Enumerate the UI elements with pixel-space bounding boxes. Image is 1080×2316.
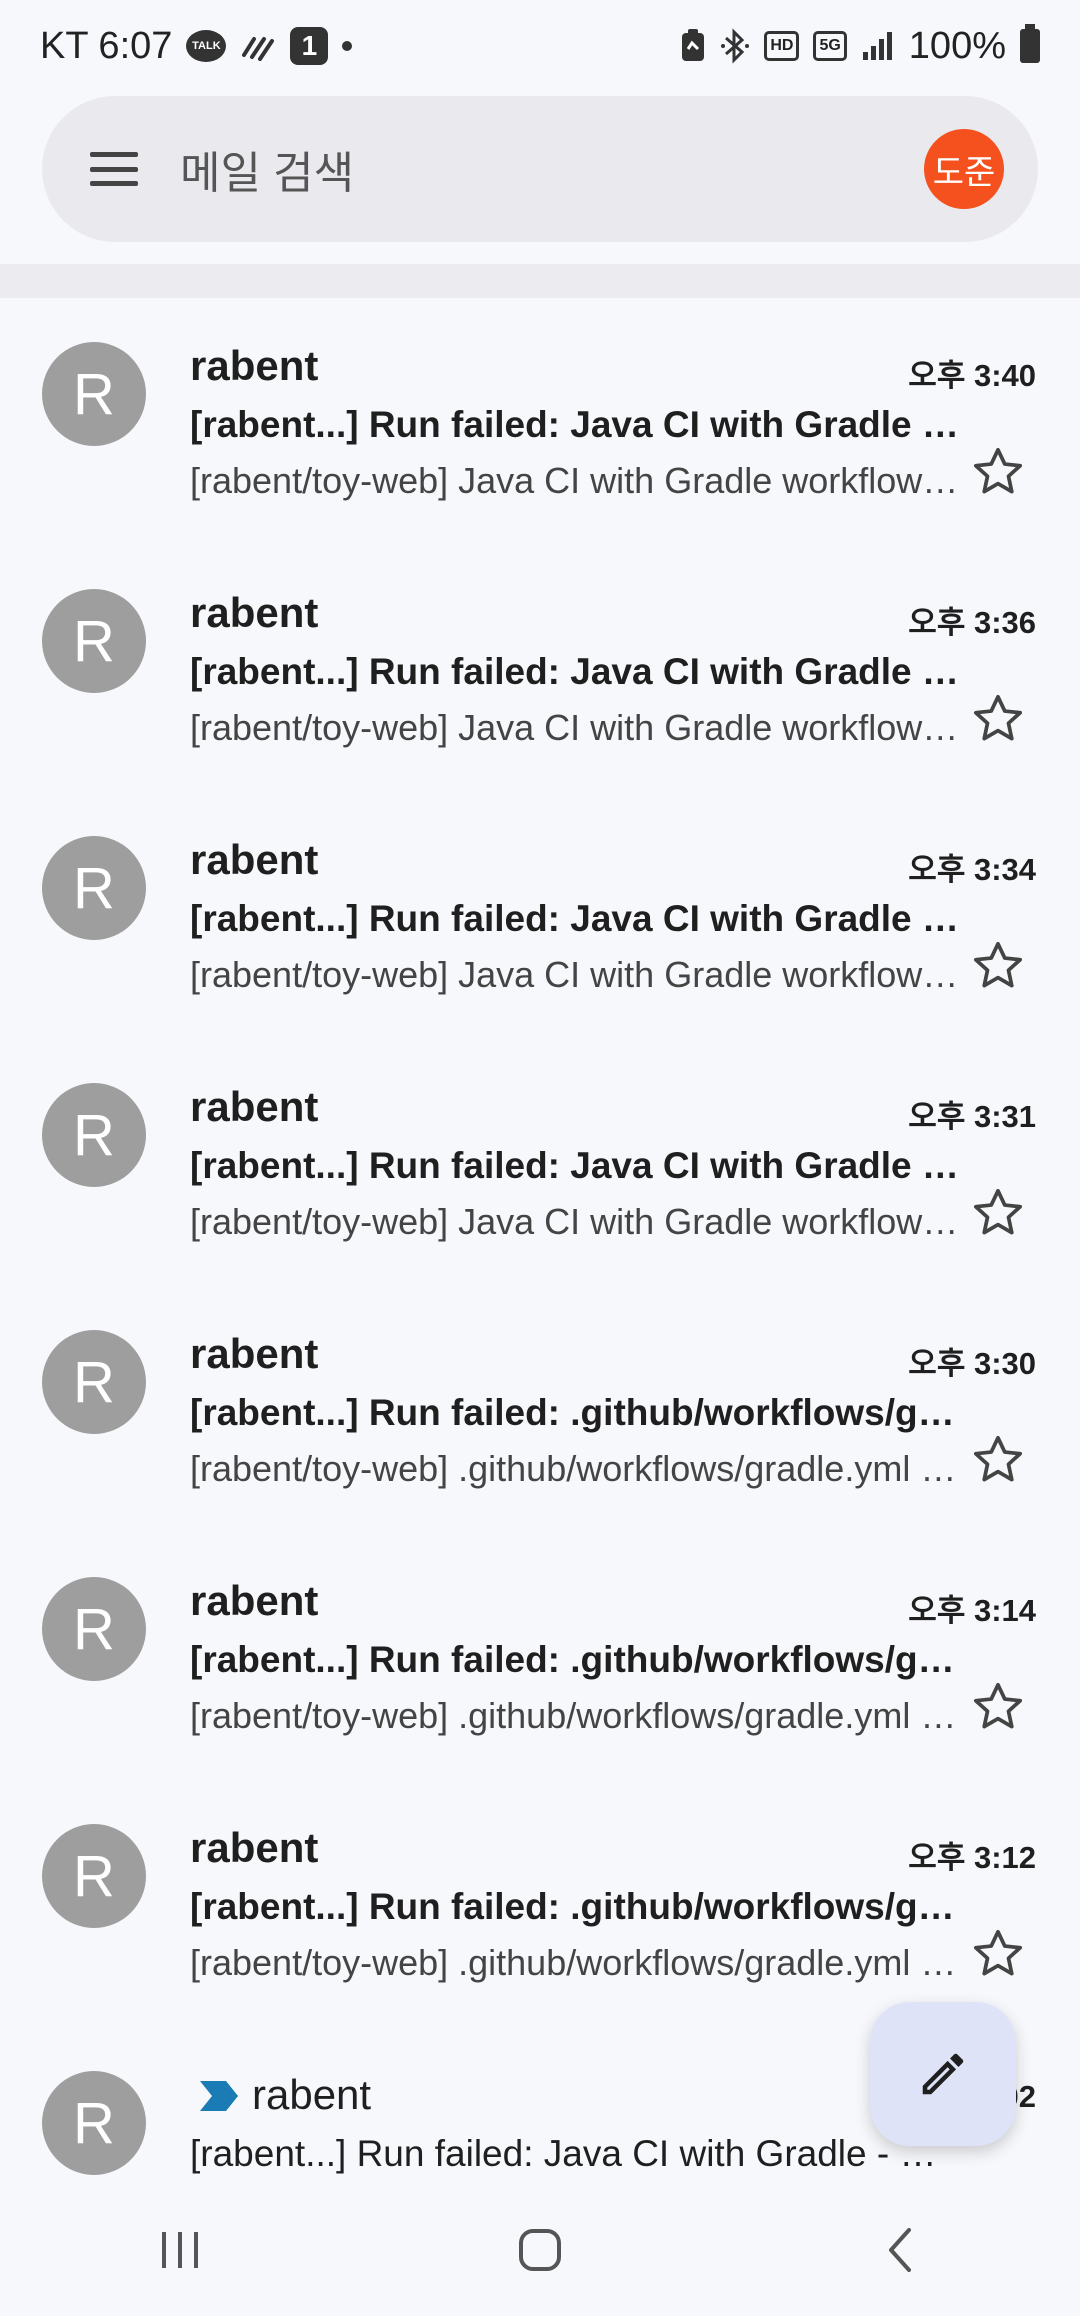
kakaotalk-icon: TALK [186, 30, 227, 62]
mail-list-item[interactable]: R rabent 오후 3:34 [rabent...] Run failed:… [0, 792, 1080, 1039]
mail-subject: [rabent...] Run failed: Java CI with Gra… [190, 2133, 960, 2174]
sender-avatar[interactable]: R [42, 589, 146, 693]
mail-subject: [rabent...] Run failed: .github/workflow… [190, 1639, 960, 1680]
mail-snippet: [rabent/toy-web] .github/workflows/gradl… [190, 1448, 960, 1489]
mail-subject: [rabent...] Run failed: Java CI with Gra… [190, 1145, 960, 1186]
status-bar-right: HD 5G 100% [680, 24, 1040, 68]
sender-name: rabent [190, 342, 319, 389]
star-icon[interactable] [970, 1926, 1026, 1982]
mail-list-item[interactable]: R rabent 오후 3:31 [rabent...] Run failed:… [0, 1039, 1080, 1286]
account-avatar[interactable]: 도준 [924, 129, 1004, 209]
mail-subject: [rabent...] Run failed: Java CI with Gra… [190, 651, 960, 692]
sender-avatar[interactable]: R [42, 836, 146, 940]
menu-line [90, 181, 138, 186]
star-icon[interactable] [970, 1432, 1026, 1488]
hamburger-menu-icon[interactable] [90, 152, 138, 186]
home-button[interactable] [480, 2210, 600, 2290]
sender-avatar[interactable]: R [42, 342, 146, 446]
mail-snippet: [rabent/toy-web] Java CI with Gradle wor… [190, 707, 960, 748]
menu-line [90, 166, 138, 172]
sender-name: rabent [190, 1083, 319, 1130]
sender-name: rabent [190, 1824, 319, 1871]
back-icon [889, 2228, 911, 2272]
network-5g-icon: 5G [813, 31, 847, 61]
recent-apps-icon [162, 2232, 198, 2268]
signal-wave-icon [240, 31, 276, 61]
sender-name: rabent [190, 1330, 319, 1377]
mail-list: R rabent 오후 3:40 [rabent...] Run failed:… [0, 298, 1080, 2274]
sender-avatar[interactable]: R [42, 1330, 146, 1434]
sender-name: rabent [190, 1577, 319, 1624]
sender-avatar[interactable]: R [42, 1577, 146, 1681]
pencil-icon [922, 2053, 964, 2095]
sender-avatar[interactable]: R [42, 1083, 146, 1187]
signal-strength-icon [861, 30, 895, 62]
star-icon[interactable] [970, 1679, 1026, 1735]
mail-subject: [rabent...] Run failed: Java CI with Gra… [190, 898, 960, 939]
important-marker-icon [200, 2081, 238, 2111]
mail-subject: [rabent...] Run failed: .github/workflow… [190, 1392, 960, 1433]
mail-time: 오후 3:30 [908, 1346, 1036, 1381]
bluetooth-icon [720, 28, 750, 64]
menu-line [90, 152, 138, 157]
clipboard-icon [680, 29, 706, 63]
mail-list-item[interactable]: R rabent 오후 3:12 [rabent...] Run failed:… [0, 1780, 1080, 2027]
mail-search-bar[interactable]: 메일 검색 도준 [42, 96, 1038, 242]
sender-avatar[interactable]: R [42, 2071, 146, 2175]
mail-list-item[interactable]: R rabent 오후 3:40 [rabent...] Run failed:… [0, 298, 1080, 545]
mail-snippet: [rabent/toy-web] .github/workflows/gradl… [190, 1942, 960, 1983]
home-icon [519, 2229, 561, 2271]
mail-time: 오후 3:12 [908, 1840, 1036, 1875]
mail-subject: [rabent...] Run failed: Java CI with Gra… [190, 404, 960, 445]
system-nav-bar [0, 2184, 1080, 2316]
recent-apps-button[interactable] [120, 2210, 240, 2290]
compose-button[interactable] [870, 2002, 1016, 2146]
mail-time: 오후 3:34 [908, 852, 1036, 887]
mail-list-item[interactable]: R rabent 오후 3:30 [rabent...] Run failed:… [0, 1286, 1080, 1533]
mail-snippet: [rabent/toy-web] Java CI with Gradle wor… [190, 1201, 960, 1242]
mail-time: 오후 3:36 [908, 605, 1036, 640]
mail-subject: [rabent...] Run failed: .github/workflow… [190, 1886, 960, 1927]
mail-list-item[interactable]: R rabent 오후 3:36 [rabent...] Run failed:… [0, 545, 1080, 792]
mail-snippet: [rabent/toy-web] .github/workflows/gradl… [190, 1695, 960, 1736]
list-divider [0, 264, 1080, 298]
battery-icon [1020, 24, 1040, 63]
star-icon[interactable] [970, 938, 1026, 994]
more-notifications-dot [342, 41, 353, 51]
sender-name: rabent [190, 589, 319, 636]
star-icon[interactable] [970, 1185, 1026, 1241]
mail-time: 오후 3:31 [908, 1099, 1036, 1134]
mail-time: 오후 3:14 [908, 1593, 1036, 1628]
star-icon[interactable] [970, 691, 1026, 747]
sender-avatar[interactable]: R [42, 1824, 146, 1928]
mail-snippet: [rabent/toy-web] Java CI with Gradle wor… [190, 954, 960, 995]
sender-name: rabent [190, 836, 319, 883]
hd-voice-icon: HD [764, 31, 800, 61]
battery-percent: 100% [908, 24, 1006, 67]
notification-badge: 1 [290, 27, 329, 65]
back-button[interactable] [840, 2210, 960, 2290]
status-bar: KT 6:07 TALK 1 HD 5G 100% [0, 0, 1080, 92]
mail-snippet: [rabent/toy-web] Java CI with Gradle wor… [190, 460, 960, 501]
mail-list-item[interactable]: R rabent 오후 3:14 [rabent...] Run failed:… [0, 1533, 1080, 1780]
star-icon[interactable] [970, 444, 1026, 500]
search-input[interactable]: 메일 검색 [180, 137, 924, 201]
carrier-time: KT 6:07 [40, 24, 173, 67]
mail-time: 오후 3:40 [908, 358, 1036, 393]
status-bar-left: KT 6:07 TALK 1 [40, 24, 353, 68]
sender-name: rabent [252, 2071, 372, 2118]
